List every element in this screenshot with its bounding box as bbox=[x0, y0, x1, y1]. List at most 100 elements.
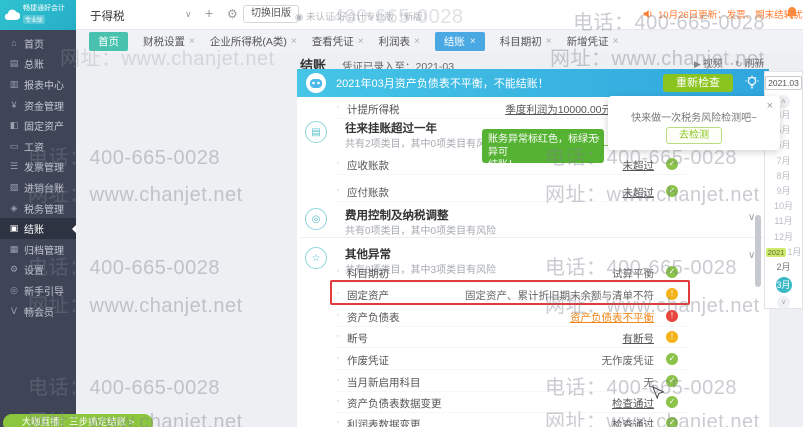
month-item[interactable]: 9月 bbox=[776, 184, 790, 199]
check-row-balance-sheet-change: · 资产负债表数据变更 检查通过 ✓ bbox=[336, 394, 688, 413]
chevron-down-icon[interactable]: ∨ bbox=[185, 9, 192, 20]
green-tooltip: 账务异常标红色，标绿无异可 结账！ × bbox=[482, 129, 604, 163]
sidebar-item-settings[interactable]: ⚙设置 bbox=[0, 260, 76, 281]
sidebar-item-label: 新手引导 bbox=[24, 283, 64, 298]
page-header-tools: ▶视频 ↻刷新 bbox=[694, 55, 764, 70]
month-item-selected[interactable]: 3月 bbox=[776, 277, 792, 293]
add-account-button[interactable]: + bbox=[205, 5, 213, 21]
bell-icon[interactable] bbox=[786, 6, 798, 22]
go-check-button[interactable]: 去检测 bbox=[666, 127, 722, 144]
announcement-banner[interactable]: 10月26日更新：发票、期末结转优化 bbox=[642, 7, 803, 21]
sidebar-item-label: 资金管理 bbox=[24, 98, 64, 113]
recheck-button[interactable]: 重新检查 bbox=[663, 74, 733, 92]
sidebar-item-report-center[interactable]: ▥ 报表中心 bbox=[0, 74, 76, 95]
sidebar-item-label: 首页 bbox=[24, 36, 44, 51]
close-icon[interactable]: × bbox=[358, 36, 364, 47]
month-item[interactable]: 8月 bbox=[776, 169, 790, 184]
sidebar-item-purchase-sales[interactable]: ▧进销台账 bbox=[0, 177, 76, 198]
tab-label: 查看凭证 bbox=[312, 34, 354, 49]
refresh-button[interactable]: ↻刷新 bbox=[735, 55, 765, 70]
check-status-link[interactable]: 未超过 bbox=[623, 185, 655, 200]
check-row-income-statement-change: · 利润表数据变更 检查通过 ✓ bbox=[336, 415, 688, 427]
bullet: · bbox=[336, 184, 340, 196]
status-warning-icon: ! bbox=[666, 331, 678, 343]
scrollbar-thumb[interactable] bbox=[755, 215, 761, 287]
sidebar-item-invoice[interactable]: ☰发票管理 bbox=[0, 157, 76, 178]
bullet: · bbox=[336, 265, 340, 277]
tab-view-voucher[interactable]: 查看凭证 × bbox=[312, 34, 364, 49]
closing-icon: ▣ bbox=[9, 223, 19, 234]
month-item[interactable]: 11月 bbox=[774, 214, 792, 229]
tab-opening-balance[interactable]: 科目期初× bbox=[500, 34, 552, 49]
check-status-link[interactable]: 检查通过 bbox=[612, 396, 654, 411]
company-selector[interactable]: 于得税 bbox=[90, 8, 125, 24]
tab-closing-active[interactable]: 结账× bbox=[435, 32, 485, 51]
tab-fiscal-settings[interactable]: 财税设置× bbox=[143, 34, 195, 49]
bullet: · bbox=[336, 157, 340, 169]
close-icon[interactable]: × bbox=[189, 36, 195, 47]
check-status-link[interactable]: 有断号 bbox=[623, 331, 655, 346]
live-promo-banner[interactable]: 大咖直播：三步搞定结账 > bbox=[3, 414, 153, 427]
scroll-down-icon[interactable]: ∨ bbox=[777, 296, 790, 309]
sidebar-item-home[interactable]: ⌂首页 bbox=[0, 33, 76, 54]
status-ok-icon: ✓ bbox=[666, 396, 678, 408]
close-icon[interactable]: × bbox=[613, 36, 619, 47]
tooltip-text: 账务异常标红色，标绿无异可 bbox=[488, 134, 598, 158]
check-label: 当月新启用科目 bbox=[347, 375, 421, 390]
sidebar-item-label: 固定资产 bbox=[24, 118, 64, 133]
check-status-error-link[interactable]: 资产负债表不平衡 bbox=[570, 310, 654, 325]
close-icon[interactable]: × bbox=[291, 36, 297, 47]
sidebar-item-funds[interactable]: ¥资金管理 bbox=[0, 95, 76, 116]
section-title: 费用控制及纳税调整 bbox=[345, 207, 449, 223]
sidebar-item-label: 畅会员 bbox=[24, 304, 54, 319]
close-icon[interactable]: × bbox=[595, 132, 600, 145]
tab-income-statement[interactable]: 利润表× bbox=[379, 34, 420, 49]
sidebar-item-archive[interactable]: ▦归档管理 bbox=[0, 239, 76, 260]
sidebar-item-closing[interactable]: ▣结账 bbox=[0, 218, 76, 239]
current-period-box[interactable]: 2021.03 bbox=[765, 76, 802, 90]
report-icon: ▥ bbox=[9, 79, 19, 90]
sidebar-item-beginner-guide[interactable]: ◎新手引导 bbox=[0, 280, 76, 301]
tooltip-text: 结账！ bbox=[488, 160, 518, 171]
check-label: 资产负债表 bbox=[347, 310, 400, 325]
check-label: 科目期初 bbox=[347, 266, 389, 281]
switch-old-version-button[interactable]: 切换旧版 bbox=[243, 5, 299, 23]
check-row-void-voucher: · 作废凭证 无作废凭证 ✓ bbox=[336, 351, 688, 370]
close-icon[interactable]: × bbox=[414, 36, 420, 47]
sidebar-item-salary[interactable]: ▭工资 bbox=[0, 136, 76, 157]
sidebar-item-member[interactable]: Ⅴ畅会员 bbox=[0, 301, 76, 322]
sidebar: ⌂首页 ▤总账 ▥ 报表中心 ¥资金管理 ◧固定资产 ▭工资 ☰发票管理 ▧进销台… bbox=[0, 0, 76, 427]
tab-label: 企业所得税(A类) bbox=[210, 34, 287, 49]
check-status-link[interactable]: 检查通过 bbox=[612, 417, 654, 427]
close-icon[interactable]: × bbox=[546, 36, 552, 47]
month-item-january[interactable]: 20211月 bbox=[766, 245, 802, 260]
check-label: 作废凭证 bbox=[347, 353, 389, 368]
sidebar-item-label: 报表中心 bbox=[24, 77, 64, 92]
check-status: 试算平衡 bbox=[612, 266, 654, 281]
banner-message: 2021年03月资产负债表不平衡，不能结账！ bbox=[336, 75, 549, 91]
month-item[interactable]: 2月 bbox=[776, 260, 790, 275]
tab-label: 首页 bbox=[98, 34, 119, 49]
sidebar-item-fixed-assets[interactable]: ◧固定资产 bbox=[0, 115, 76, 136]
lamp-icon[interactable] bbox=[745, 75, 759, 94]
tab-label: 利润表 bbox=[379, 34, 411, 49]
alert-banner: 2021年03月资产负债表不平衡，不能结账！ 重新检查 bbox=[297, 69, 769, 97]
month-item[interactable]: 10月 bbox=[774, 199, 793, 214]
section-icon: ☆ bbox=[305, 247, 327, 269]
speaker-icon bbox=[642, 8, 654, 20]
check-status-link[interactable]: 未超过 bbox=[623, 158, 655, 173]
tab-enterprise-income-tax[interactable]: 企业所得税(A类) × bbox=[210, 34, 297, 49]
certification-badge: ◉ 未认证 好会计专业版（新版） bbox=[295, 9, 432, 23]
sidebar-item-general-ledger[interactable]: ▤总账 bbox=[0, 54, 76, 75]
video-button[interactable]: ▶视频 bbox=[694, 55, 723, 70]
close-icon[interactable]: × bbox=[470, 36, 476, 47]
month-item[interactable]: 7月 bbox=[776, 154, 790, 169]
status-ok-icon: ✓ bbox=[666, 375, 678, 387]
tab-home[interactable]: 首页 bbox=[89, 32, 128, 51]
gear-icon[interactable]: ⚙ bbox=[227, 7, 238, 21]
month-item[interactable]: 12月 bbox=[774, 230, 793, 245]
play-icon: ▶ bbox=[694, 59, 701, 69]
tab-new-voucher[interactable]: 新增凭证× bbox=[567, 34, 619, 49]
check-label: 资产负债表数据变更 bbox=[347, 396, 442, 411]
sidebar-item-tax[interactable]: ◈税务管理 bbox=[0, 198, 76, 219]
